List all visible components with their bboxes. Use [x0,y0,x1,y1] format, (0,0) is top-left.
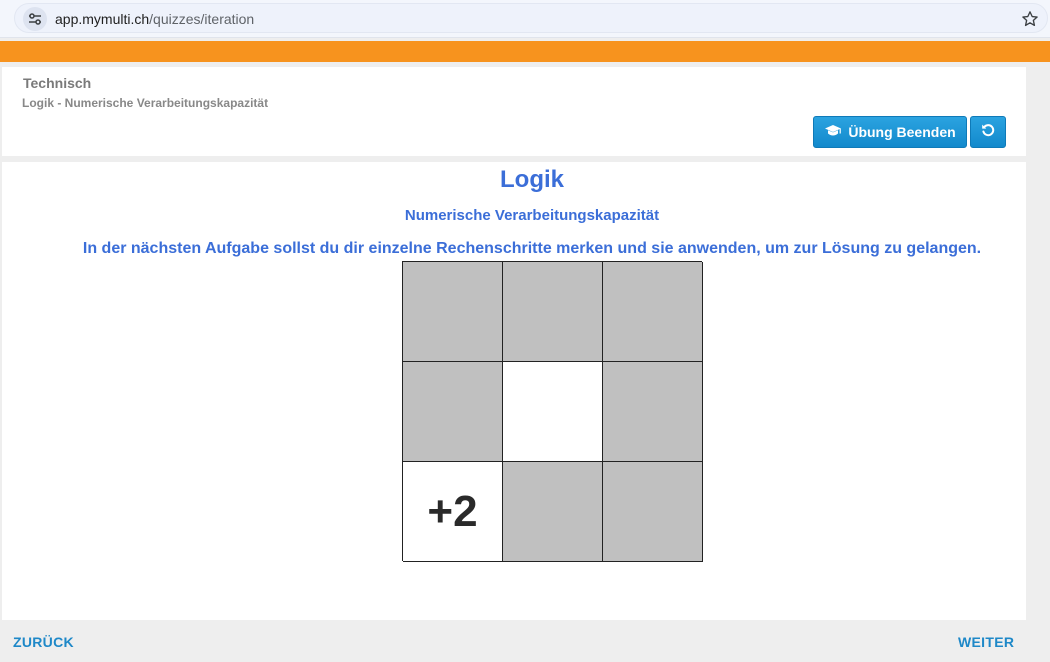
url-path: /quizzes/iteration [149,11,255,27]
refresh-icon [981,123,995,142]
quiz-header: Technisch Logik - Numerische Verarbeitun… [2,67,1026,156]
address-bar[interactable]: app.mymulti.ch/quizzes/iteration [14,3,1048,33]
subcategory-title: Logik - Numerische Verarbeitungskapazitä… [22,96,269,110]
quiz-content: Logik Numerische Verarbeitungskapazität … [2,162,1026,620]
tune-icon[interactable] [23,7,47,31]
next-button[interactable]: WEITER [958,634,1014,650]
brand-stripe [0,41,1050,62]
grid-cell [503,362,603,462]
reset-button[interactable] [970,116,1006,148]
grid-cell [403,262,503,362]
quiz-instruction: In der nächsten Aufgabe sollst du dir ei… [82,240,982,257]
category-title: Technisch [23,75,92,91]
quiz-subtitle: Numerische Verarbeitungskapazität [404,207,660,224]
grid-cell [603,362,703,462]
grid-cell [503,462,603,562]
grid-cell [503,262,603,362]
graduation-cap-icon [824,124,842,141]
quiz-title: Logik [500,166,564,193]
quiz-footer: ZURÜCK WEITER [0,620,1050,662]
grid-cell [603,462,703,562]
end-exercise-button[interactable]: Übung Beenden [813,116,967,148]
url-text[interactable]: app.mymulti.ch/quizzes/iteration [55,11,254,27]
grid-cell [603,262,703,362]
url-host: app.mymulti.ch [55,11,150,27]
back-button[interactable]: ZURÜCK [13,634,74,650]
grid-cell: +2 [403,462,503,562]
end-exercise-label: Übung Beenden [848,124,956,140]
grid-cell [403,362,503,462]
browser-toolbar: app.mymulti.ch/quizzes/iteration [0,0,1050,38]
star-icon[interactable] [1019,8,1041,30]
memory-grid: +2 [402,261,703,562]
